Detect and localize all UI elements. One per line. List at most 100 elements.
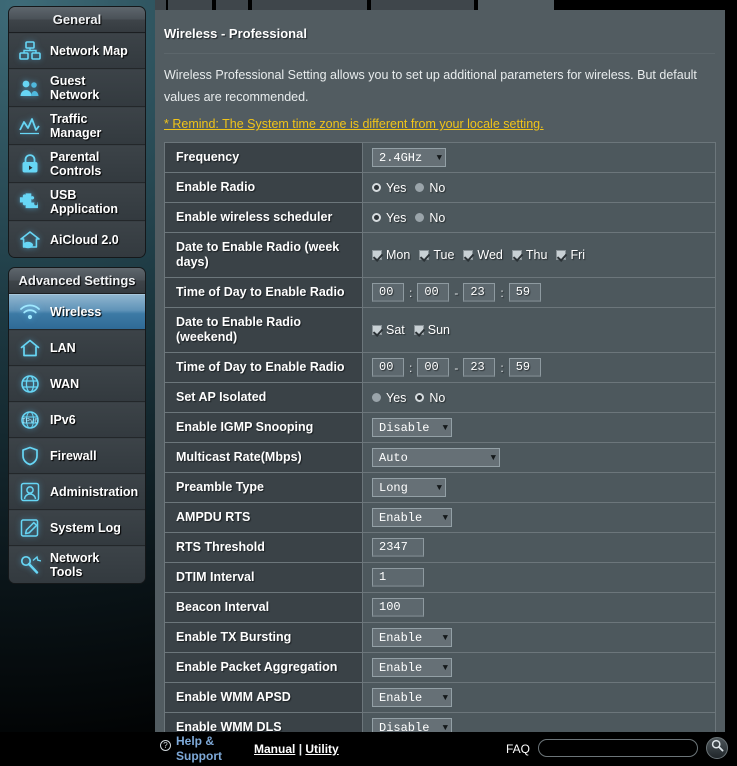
sidebar-item-guest-network[interactable]: Guest Network <box>9 69 145 107</box>
radio-label: Yes <box>386 180 407 195</box>
row-label: Multicast Rate(Mbps) <box>164 442 363 473</box>
checkbox-label: Sat <box>386 323 405 337</box>
checkbox-sun[interactable]: Sun <box>413 323 451 337</box>
preamble-type-select[interactable]: Long ▼ <box>372 478 446 497</box>
sidebar: General Network Map Guest Network Traffi… <box>8 6 146 593</box>
faq-label: FAQ <box>506 742 531 756</box>
table-row-ampdu-rts: AMPDU RTS Enable ▼ <box>164 502 716 533</box>
sidebar-item-label: Traffic Manager <box>50 112 102 140</box>
weekend-start-minute-input[interactable]: 00 <box>417 358 450 377</box>
enable-scheduler-no[interactable]: No <box>415 211 445 225</box>
sidebar-item-administration[interactable]: Administration <box>9 474 145 510</box>
row-label: Time of Day to Enable Radio <box>164 277 363 308</box>
sidebar-item-label: System Log <box>50 521 121 535</box>
checkbox-tue[interactable]: Tue <box>419 248 454 262</box>
sidebar-item-wireless[interactable]: Wireless <box>9 294 145 330</box>
faq-search-input[interactable] <box>538 739 698 757</box>
sidebar-item-network-tools[interactable]: Network Tools <box>9 546 145 583</box>
weekend-end-hour-input[interactable]: 23 <box>463 358 496 377</box>
weekend-end-minute-input[interactable]: 59 <box>508 358 541 377</box>
table-row-igmp-snooping: Enable IGMP Snooping Disable ▼ <box>164 412 716 443</box>
packet-aggregation-select[interactable]: Enable ▼ <box>372 658 452 677</box>
frequency-select[interactable]: 2.4GHz ▼ <box>372 148 446 167</box>
sidebar-item-parental-controls[interactable]: Parental Controls <box>9 145 145 183</box>
help-line-1: Help & <box>176 734 215 748</box>
chevron-down-icon: ▼ <box>442 722 448 733</box>
tab-5[interactable] <box>371 0 476 10</box>
time-separator: : <box>500 360 504 375</box>
radio-indicator <box>415 213 425 222</box>
radio-label: Yes <box>386 390 407 405</box>
checkbox-indicator <box>372 325 382 335</box>
sidebar-item-network-map[interactable]: Network Map <box>9 33 145 69</box>
sidebar-group-title-advanced: Advanced Settings <box>9 268 145 294</box>
search-icon <box>711 739 724 757</box>
weekday-start-hour-input[interactable]: 00 <box>372 283 404 302</box>
rts-threshold-input[interactable]: 2347 <box>372 538 424 557</box>
help-support-label: Help & Support <box>176 734 222 764</box>
manual-link[interactable]: Manual <box>254 742 295 756</box>
row-label: Frequency <box>164 142 363 173</box>
table-row-rts-threshold: RTS Threshold 2347 <box>164 532 716 563</box>
weekday-end-minute-input[interactable]: 59 <box>508 283 541 302</box>
search-button[interactable] <box>706 737 728 759</box>
table-row-dtim-interval: DTIM Interval 1 <box>164 562 716 593</box>
checkbox-sat[interactable]: Sat <box>372 323 405 337</box>
checkbox-label: Tue <box>433 248 455 262</box>
enable-radio-yes[interactable]: Yes <box>372 181 406 195</box>
weekday-start-minute-input[interactable]: 00 <box>417 283 450 302</box>
tab-2[interactable] <box>168 0 214 10</box>
row-label: Time of Day to Enable Radio <box>164 352 363 383</box>
wmm-apsd-select[interactable]: Enable ▼ <box>372 688 452 707</box>
enable-radio-group: Yes No <box>372 181 715 195</box>
sidebar-item-lan[interactable]: LAN <box>9 330 145 366</box>
checkbox-mon[interactable]: Mon <box>372 248 410 262</box>
sidebar-item-traffic-manager[interactable]: Traffic Manager <box>9 107 145 145</box>
sidebar-item-ipv6[interactable]: IPv6 IPv6 <box>9 402 145 438</box>
checkbox-thu[interactable]: Thu <box>511 248 547 262</box>
dtim-interval-input[interactable]: 1 <box>372 568 424 587</box>
beacon-interval-input[interactable]: 100 <box>372 598 424 617</box>
ampdu-rts-select-value: Enable <box>379 510 423 525</box>
utility-link[interactable]: Utility <box>305 742 338 756</box>
page-description: Wireless Professional Setting allows you… <box>164 68 697 104</box>
professional-settings-table: Frequency 2.4GHz ▼ Enable Radio Yes No E… <box>164 142 716 743</box>
multicast-rate-select-value: Auto <box>379 450 408 465</box>
igmp-snooping-select[interactable]: Disable ▼ <box>372 418 452 437</box>
main-panel: Wireless - Professional Wireless Profess… <box>155 10 725 766</box>
sidebar-item-label: Guest Network <box>50 74 100 102</box>
row-label: Beacon Interval <box>164 592 363 623</box>
timezone-remind-notice: * Remind: The System time zone is differ… <box>164 117 544 131</box>
sidebar-item-system-log[interactable]: System Log <box>9 510 145 546</box>
sidebar-item-usb-application[interactable]: USB Application <box>9 183 145 221</box>
ap-isolated-yes[interactable]: Yes <box>372 391 406 405</box>
help-and-support-link[interactable]: ? Help & Support <box>160 734 222 764</box>
radio-indicator <box>372 393 381 402</box>
multicast-rate-select[interactable]: Auto ▼ <box>372 448 500 467</box>
checkbox-wed[interactable]: Wed <box>463 248 503 262</box>
tab-3[interactable] <box>216 0 250 10</box>
enable-radio-no[interactable]: No <box>415 181 445 195</box>
ampdu-rts-select[interactable]: Enable ▼ <box>372 508 452 527</box>
weekend-time-range: 00 : 00 - 23 : 59 <box>372 358 715 377</box>
wireless-icon <box>17 299 43 325</box>
question-mark-icon: ? <box>160 740 171 751</box>
row-label: Enable Radio <box>164 172 363 203</box>
row-label: Enable IGMP Snooping <box>164 412 363 443</box>
link-divider: | <box>298 742 303 756</box>
weekday-end-hour-input[interactable]: 23 <box>463 283 496 302</box>
sidebar-item-wan[interactable]: WAN <box>9 366 145 402</box>
checkbox-fri[interactable]: Fri <box>556 248 585 262</box>
footer-links: Manual | Utility <box>254 742 339 756</box>
row-label: Date to Enable Radio (weekend) <box>164 307 363 353</box>
checkbox-label: Sun <box>427 323 451 337</box>
ipv6-icon: IPv6 <box>17 407 43 433</box>
sidebar-item-aicloud[interactable]: AiCloud 2.0 <box>9 221 145 257</box>
weekend-start-hour-input[interactable]: 00 <box>372 358 404 377</box>
tab-4[interactable] <box>252 0 369 10</box>
enable-scheduler-yes[interactable]: Yes <box>372 211 406 225</box>
tx-bursting-select[interactable]: Enable ▼ <box>372 628 452 647</box>
tab-1[interactable] <box>155 0 168 10</box>
sidebar-item-firewall[interactable]: Firewall <box>9 438 145 474</box>
ap-isolated-no[interactable]: No <box>415 391 445 405</box>
